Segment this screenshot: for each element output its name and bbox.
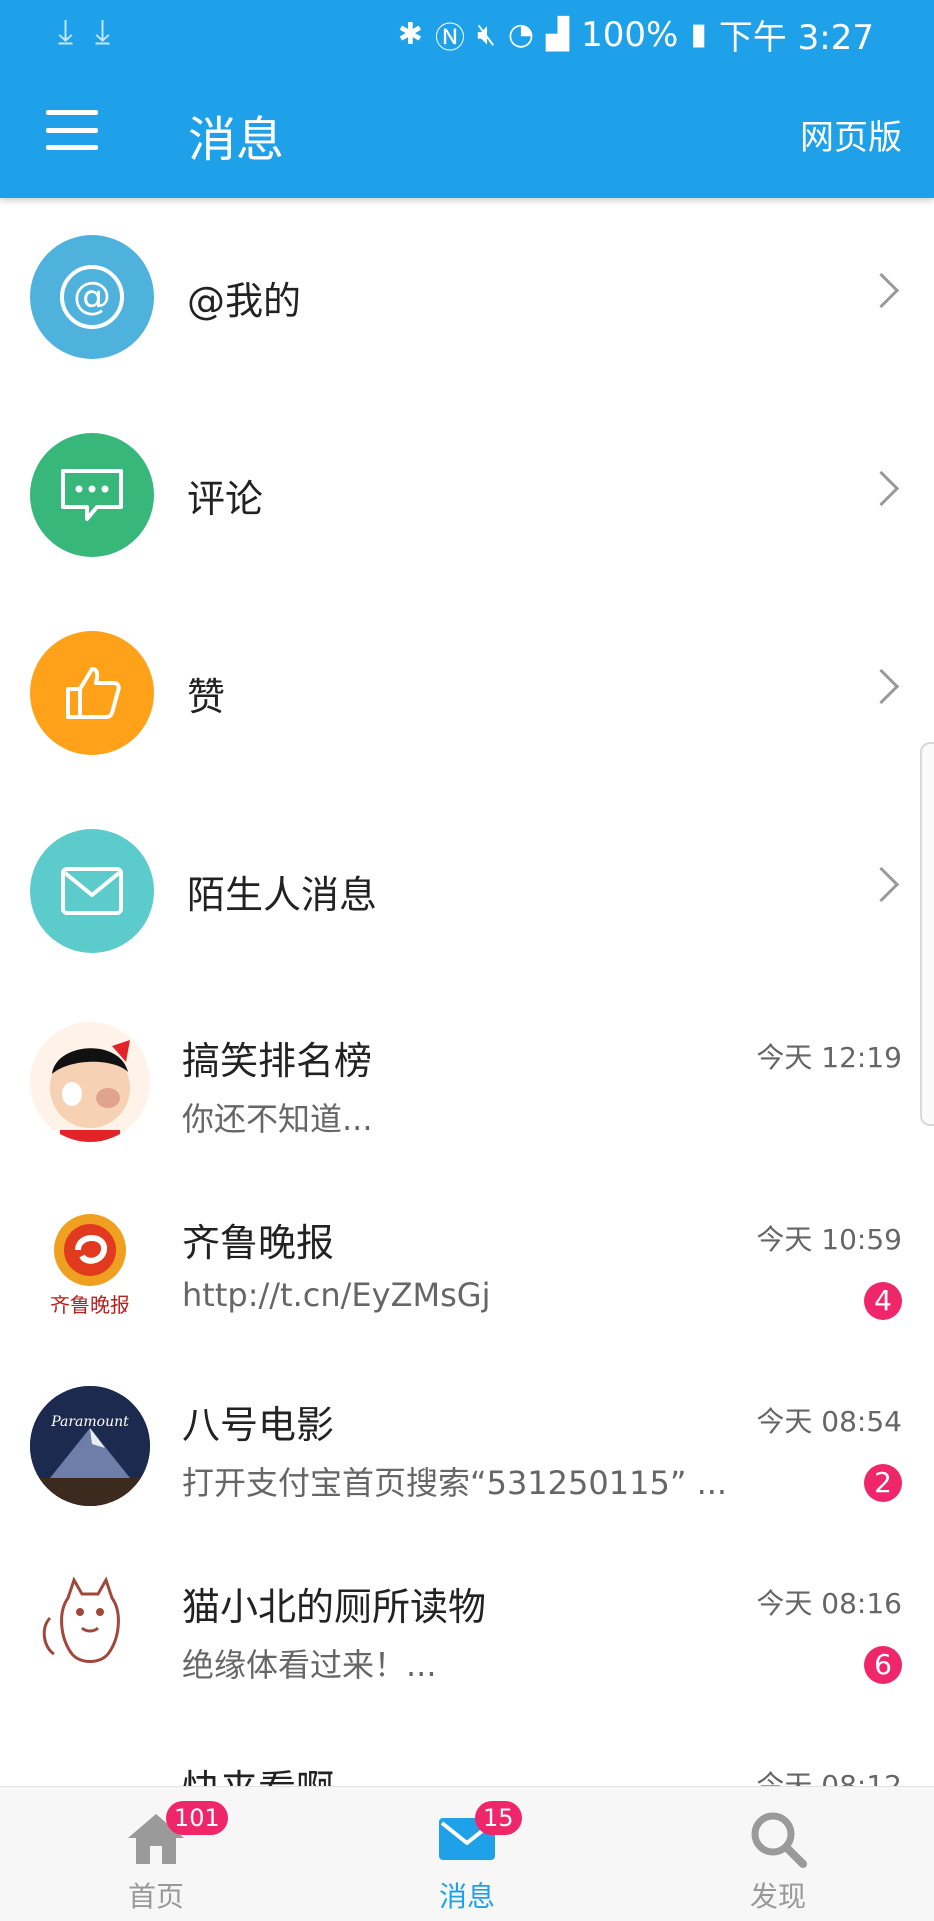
download-icon: ⤓ — [58, 12, 74, 52]
toolbar: 消息 网页版 — [0, 64, 934, 198]
status-left: ⤓ ⤓ — [58, 12, 110, 52]
category-label: @我的 — [187, 279, 302, 323]
scrollbar[interactable] — [920, 742, 934, 1126]
app-bar: ⤓ ⤓ ✱ Ⓝ 🔇︎ ◔ ▟ 100% ▮ 下午 3:27 消息 网页版 — [0, 0, 934, 198]
category-label: 陌生人消息 — [187, 873, 378, 917]
download-icon: ⤓ — [95, 12, 111, 52]
bottom-nav: 首页 101 消息 15 发现 — [0, 1786, 934, 1921]
menu-icon[interactable] — [46, 110, 98, 150]
conversation-name: 猫小北的厕所读物 — [182, 1585, 487, 1629]
mute-icon: 🔇︎ — [476, 17, 496, 52]
conversation-row[interactable]: 猫小北的厕所读物 今天 08:16 绝缘体看过来！... 6 — [0, 1536, 934, 1719]
conversation-preview: http://t.cn/EyZMsGj — [182, 1276, 491, 1314]
conversation-preview: 打开支付宝首页搜索“531250115” ... — [182, 1464, 728, 1502]
nav-label: 首页 — [127, 1880, 184, 1913]
wifi-icon: ◔ — [507, 17, 535, 52]
signal-icon: ▟ — [546, 17, 570, 52]
home-badge: 101 — [166, 1801, 228, 1835]
mail-icon — [30, 829, 154, 953]
conversation-name: 搞笑排名榜 — [182, 1039, 373, 1083]
web-version-button[interactable]: 网页版 — [800, 110, 902, 159]
conversation-time: 今天 08:16 — [756, 1587, 902, 1620]
status-right: ✱ Ⓝ 🔇︎ ◔ ▟ 100% ▮ 下午 3:27 — [398, 10, 874, 59]
category-row-likes[interactable]: 赞 — [0, 594, 934, 793]
chevron-right-icon — [863, 866, 900, 903]
nav-label: 发现 — [749, 1880, 806, 1913]
nav-messages[interactable]: 消息 15 — [397, 1787, 537, 1921]
bluetooth-icon: ✱ — [397, 17, 423, 52]
conversation-time: 今天 08:54 — [756, 1405, 902, 1438]
chevron-right-icon — [863, 668, 900, 705]
svg-text:齐鲁晚报: 齐鲁晚报 — [50, 1293, 130, 1317]
conversation-name: 八号电影 — [182, 1403, 335, 1447]
unread-badge: 4 — [864, 1282, 902, 1320]
thumbs-up-icon — [30, 631, 154, 755]
avatar — [30, 1022, 150, 1142]
chevron-right-icon — [863, 470, 900, 507]
category-row-at-me[interactable]: @ @我的 — [0, 198, 934, 397]
category-label: 赞 — [187, 675, 226, 719]
battery-icon: ▮ — [690, 17, 707, 52]
svg-text:@: @ — [73, 274, 111, 318]
status-bar: ⤓ ⤓ ✱ Ⓝ 🔇︎ ◔ ▟ 100% ▮ 下午 3:27 — [0, 0, 934, 64]
clock: 下午 3:27 — [718, 18, 874, 58]
conversation-preview: 绝缘体看过来！... — [182, 1646, 437, 1684]
nav-home[interactable]: 首页 101 — [86, 1787, 228, 1921]
chevron-right-icon — [863, 272, 900, 309]
avatar: Paramount — [30, 1386, 150, 1506]
unread-badge: 6 — [864, 1646, 902, 1684]
at-icon: @ — [30, 235, 154, 359]
messages-badge: 15 — [475, 1801, 522, 1835]
nav-discover[interactable]: 发现 — [708, 1787, 848, 1921]
page-title: 消息 — [188, 112, 285, 168]
conversation-time: 今天 12:19 — [756, 1041, 902, 1074]
search-icon — [743, 1807, 813, 1871]
conversation-row[interactable]: 搞笑排名榜 今天 12:19 你还不知道... — [0, 990, 934, 1173]
avatar — [30, 1568, 150, 1688]
category-row-comments[interactable]: 评论 — [0, 396, 934, 595]
svg-text:Paramount: Paramount — [50, 1414, 129, 1430]
nav-label: 消息 — [438, 1880, 495, 1913]
conversation-row[interactable]: Paramount 八号电影 今天 08:54 打开支付宝首页搜索“531250… — [0, 1354, 934, 1537]
unread-badge: 2 — [864, 1464, 902, 1502]
conversation-preview: 你还不知道... — [182, 1100, 373, 1138]
nfc-icon: Ⓝ — [434, 20, 465, 56]
avatar: 齐鲁晚报 — [30, 1204, 150, 1324]
category-label: 评论 — [187, 477, 264, 521]
conversation-row[interactable]: 齐鲁晚报 齐鲁晚报 今天 10:59 http://t.cn/EyZMsGj 4 — [0, 1172, 934, 1355]
conversation-name: 齐鲁晚报 — [182, 1221, 335, 1265]
battery-percent: 100% — [581, 14, 679, 55]
conversation-time: 今天 10:59 — [756, 1223, 902, 1256]
comment-icon — [30, 433, 154, 557]
category-row-stranger-messages[interactable]: 陌生人消息 — [0, 792, 934, 991]
